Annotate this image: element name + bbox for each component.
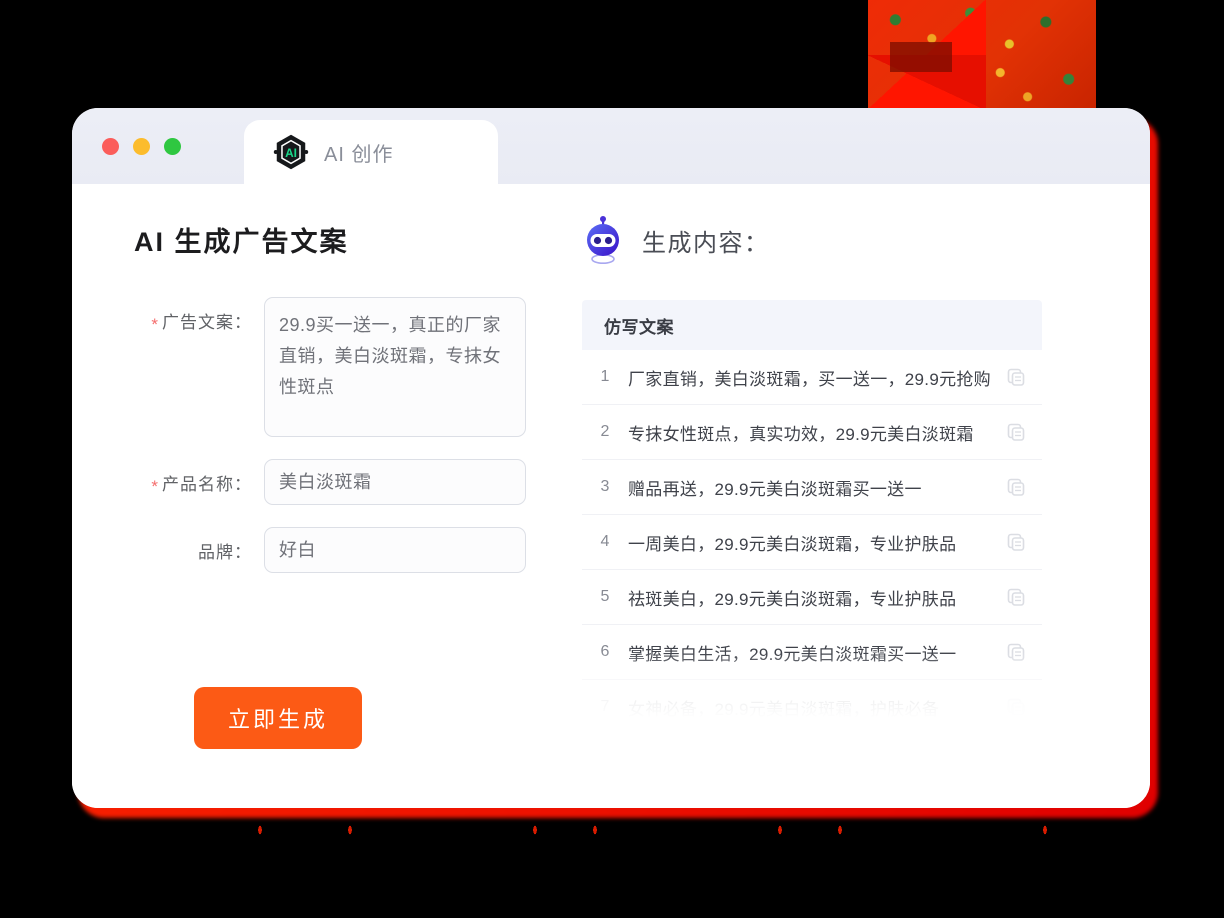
- page-title: AI 生成广告文案: [134, 227, 349, 257]
- copy-icon[interactable]: [1006, 477, 1026, 497]
- results-table: 仿写文案 1 厂家直销，美白淡斑霜，买一送一，29.9元抢购 2 专抹女性斑点，…: [582, 300, 1042, 718]
- row-index: 3: [600, 478, 610, 495]
- table-column-header: 仿写文案: [582, 300, 1042, 350]
- app-window: AI AI 创作 AI 生成广告文案 * 广告文案： 29.9买一送一，真正的厂家…: [72, 108, 1150, 808]
- decorative-dark-block: [890, 42, 952, 72]
- copy-icon[interactable]: [1006, 697, 1026, 717]
- table-row[interactable]: 7 女神必备，29.9元美白淡斑霜，护肤必备: [582, 680, 1042, 718]
- window-titlebar: AI AI 创作: [72, 108, 1150, 184]
- field-label-brand: 品牌：: [198, 543, 252, 562]
- traffic-lights: [102, 137, 181, 155]
- row-index: 4: [600, 533, 610, 550]
- copy-icon[interactable]: [1006, 422, 1026, 442]
- close-button[interactable]: [102, 137, 119, 155]
- row-text: 祛斑美白，29.9元美白淡斑霜，专业护肤品: [628, 589, 957, 609]
- window-content: AI 生成广告文案 * 广告文案： 29.9买一送一，真正的厂家直销，美白淡斑霜，…: [72, 184, 1150, 808]
- decorative-artwork: [868, 0, 1096, 110]
- table-row[interactable]: 5 祛斑美白，29.9元美白淡斑霜，专业护肤品: [582, 570, 1042, 625]
- required-asterisk: *: [151, 477, 159, 496]
- brand-input[interactable]: 好白: [264, 527, 526, 573]
- table-row[interactable]: 3 赠品再送，29.9元美白淡斑霜买一送一: [582, 460, 1042, 515]
- generate-button[interactable]: 立即生成: [194, 687, 362, 749]
- copy-icon[interactable]: [1006, 587, 1026, 607]
- results-header: 生成内容：: [582, 216, 1104, 264]
- ai-hexagon-logo-icon: AI: [272, 133, 310, 171]
- card-glow-speckles: [240, 824, 1070, 840]
- robot-icon: [582, 216, 624, 264]
- field-label-product-name: * 产品名称：: [151, 475, 252, 496]
- product-name-input[interactable]: 美白淡斑霜: [264, 459, 526, 505]
- row-text: 女神必备，29.9元美白淡斑霜，护肤必备: [628, 699, 940, 719]
- form-pane: AI 生成广告文案 * 广告文案： 29.9买一送一，真正的厂家直销，美白淡斑霜，…: [72, 212, 562, 808]
- field-product-name: * 产品名称： 美白淡斑霜: [134, 459, 562, 505]
- row-text: 厂家直销，美白淡斑霜，买一送一，29.9元抢购: [628, 369, 991, 389]
- row-index: 7: [600, 698, 610, 715]
- ad-copy-textarea[interactable]: 29.9买一送一，真正的厂家直销，美白淡斑霜，专抹女性斑点: [264, 297, 526, 437]
- row-text: 掌握美白生活，29.9元美白淡斑霜买一送一: [628, 644, 957, 664]
- row-index: 2: [600, 423, 610, 440]
- field-ad-copy: * 广告文案： 29.9买一送一，真正的厂家直销，美白淡斑霜，专抹女性斑点: [134, 297, 562, 437]
- required-asterisk: *: [151, 315, 159, 334]
- table-row[interactable]: 4 一周美白，29.9元美白淡斑霜，专业护肤品: [582, 515, 1042, 570]
- tab-label: AI 创作: [324, 143, 394, 166]
- row-text: 赠品再送，29.9元美白淡斑霜买一送一: [628, 479, 922, 499]
- table-row[interactable]: 2 专抹女性斑点，真实功效，29.9元美白淡斑霜: [582, 405, 1042, 460]
- field-label-ad-copy: * 广告文案：: [151, 313, 252, 334]
- table-row[interactable]: 1 厂家直销，美白淡斑霜，买一送一，29.9元抢购: [582, 350, 1042, 405]
- maximize-button[interactable]: [164, 137, 181, 155]
- row-text: 专抹女性斑点，真实功效，29.9元美白淡斑霜: [628, 424, 974, 444]
- row-index: 5: [600, 588, 610, 605]
- copy-icon[interactable]: [1006, 532, 1026, 552]
- minimize-button[interactable]: [133, 137, 150, 155]
- row-index: 1: [600, 368, 610, 385]
- row-index: 6: [600, 643, 610, 660]
- row-text: 一周美白，29.9元美白淡斑霜，专业护肤品: [628, 534, 957, 554]
- results-pane: 生成内容： 仿写文案 1 厂家直销，美白淡斑霜，买一送一，29.9元抢购 2 专…: [562, 212, 1150, 808]
- copy-icon[interactable]: [1006, 367, 1026, 387]
- results-title: 生成内容：: [642, 229, 770, 257]
- tab-ai-creation[interactable]: AI AI 创作: [244, 120, 498, 184]
- svg-text:AI: AI: [285, 146, 297, 160]
- table-row[interactable]: 6 掌握美白生活，29.9元美白淡斑霜买一送一: [582, 625, 1042, 680]
- field-brand: 品牌： 好白: [134, 527, 562, 573]
- copy-icon[interactable]: [1006, 642, 1026, 662]
